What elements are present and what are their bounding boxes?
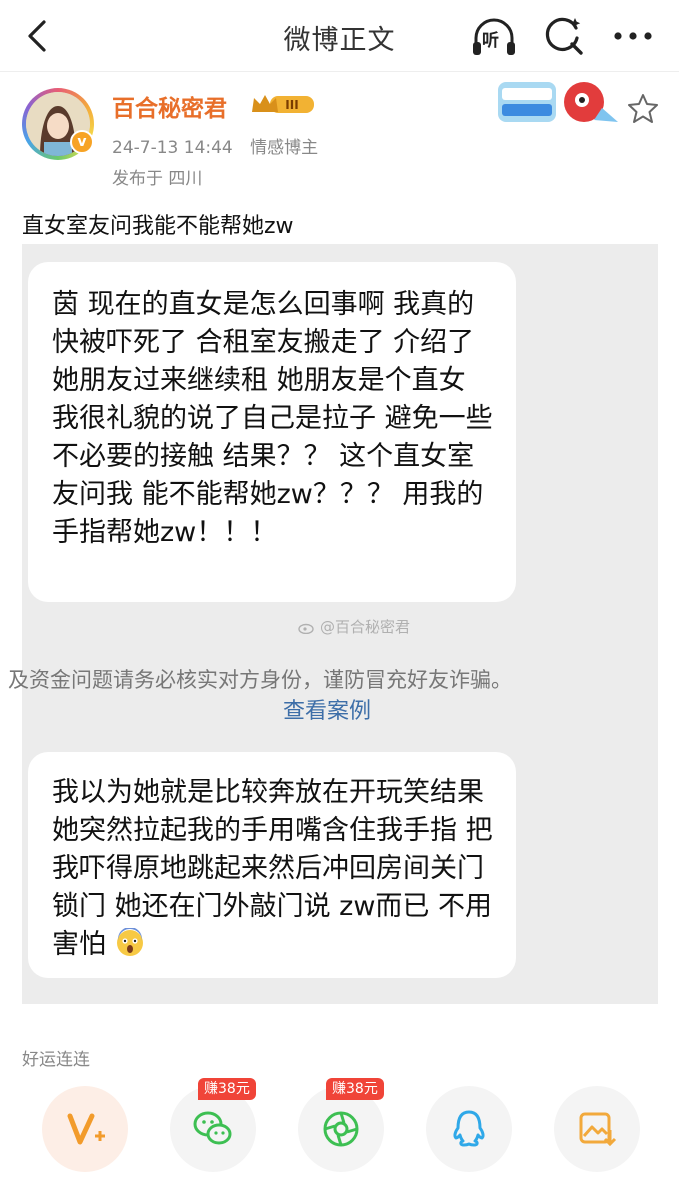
share-v-plus-button[interactable] (42, 1086, 128, 1172)
moments-icon (323, 1111, 359, 1147)
chat-bubble-text: 茵 现在的直女是怎么回事啊 我真的快被吓死了 合租室友搬走了 介绍了她朋友过来继… (52, 289, 493, 548)
weibo-logo-icon (298, 623, 314, 634)
save-image-button[interactable] (554, 1086, 640, 1172)
crown-icon: III (252, 95, 314, 113)
post-meta: 24-7-13 14:44 情感博主 (112, 133, 330, 158)
view-case-link: 查看案例 (282, 699, 371, 724)
listen-label: 听 (482, 31, 499, 51)
member-level-badge: III (250, 92, 316, 116)
verified-badge-icon: v (70, 130, 94, 154)
top-nav-bar: 微博正文 听 (0, 0, 679, 72)
scared-face-icon (116, 928, 143, 956)
watermark: @百合秘密君 (298, 616, 410, 637)
favorite-star-button[interactable] (626, 92, 660, 124)
luck-label: 好运连连 (22, 1050, 90, 1070)
member-level: III (285, 98, 298, 112)
earn-badge: 赚38元 (326, 1078, 384, 1100)
star-icon (628, 94, 658, 123)
author-name[interactable]: 百合秘密君 (112, 89, 227, 123)
chat-bubble: 我以为她就是比较奔放在开玩笑结果她突然拉起我的手用嘴含住我手指 把我吓得原地跳起… (28, 752, 516, 978)
fraud-warning-text: 及资金问题请务必核实对方身份，谨防冒充好友诈骗。 (8, 668, 512, 692)
more-dots-icon (614, 32, 652, 40)
listen-button[interactable]: 听 (470, 14, 518, 60)
qq-icon (453, 1110, 485, 1147)
save-image-icon (579, 1112, 617, 1147)
wechat-icon (193, 1111, 232, 1145)
share-wechat-button[interactable]: 赚38元 (170, 1078, 256, 1172)
decoration-sticker-icon (498, 82, 618, 122)
v-plus-icon (67, 1113, 105, 1145)
share-moments-button[interactable]: 赚38元 (298, 1078, 384, 1172)
post-date: 24-7-13 14:44 (112, 138, 233, 158)
post-image[interactable]: 茵 现在的直女是怎么回事啊 我真的快被吓死了 合租室友搬走了 介绍了她朋友过来继… (8, 244, 658, 1004)
share-row: 赚38元 赚38元 (0, 1078, 679, 1182)
author-tag: 情感博主 (250, 138, 319, 158)
share-qq-button[interactable] (426, 1086, 512, 1172)
search-button[interactable] (542, 14, 586, 58)
chat-bubble: 茵 现在的直女是怎么回事啊 我真的快被吓死了 合租室友搬走了 介绍了她朋友过来继… (28, 262, 516, 602)
fan-badge-decoration (498, 78, 622, 130)
post-text: 直女室友问我能不能帮她zw (22, 214, 294, 239)
watermark-text: @百合秘密君 (320, 618, 411, 636)
post-location: 发布于 四川 (112, 169, 203, 189)
search-icon (545, 17, 583, 55)
earn-badge: 赚38元 (198, 1078, 256, 1100)
more-button[interactable] (608, 16, 658, 56)
